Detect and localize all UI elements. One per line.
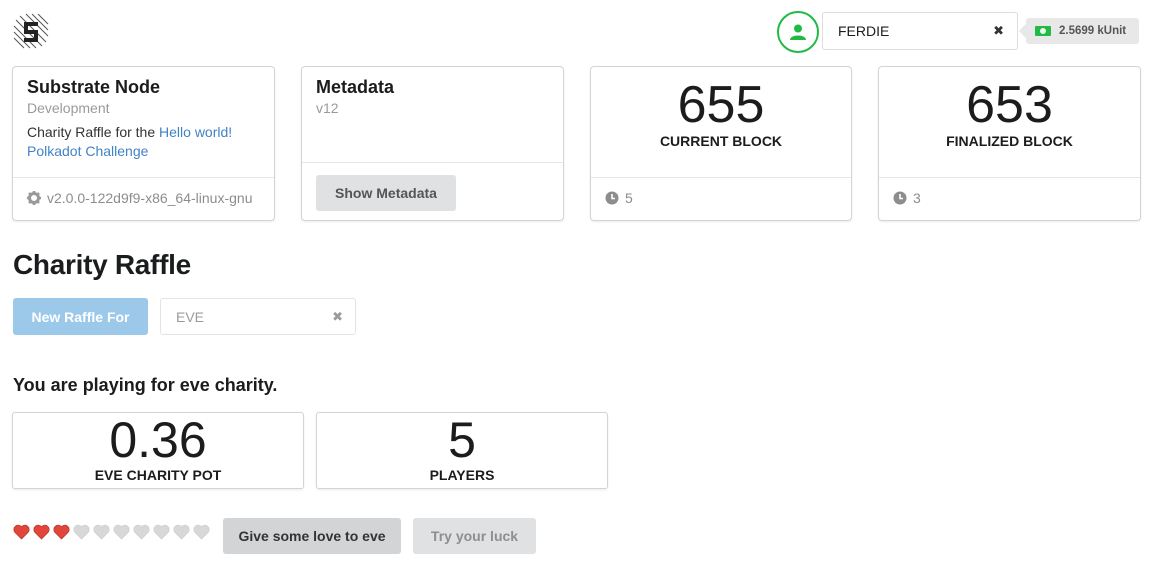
current-block-footer: 5 [591,177,851,220]
current-block-card: 655 CURRENT BLOCK 5 [590,66,852,221]
divider [302,162,563,163]
heart-icon[interactable] [93,524,110,540]
heart-icon[interactable] [53,524,70,540]
node-chain: Development [27,100,110,116]
account-avatar[interactable] [777,11,819,53]
balance-label: 2.5699 kUnit [1026,18,1139,44]
money-icon [1035,26,1051,36]
heart-icon[interactable] [13,524,30,540]
heart-icon[interactable] [33,524,50,540]
finalized-block-card: 653 FINALIZED BLOCK 3 [878,66,1141,221]
rating-hearts[interactable] [13,524,210,540]
raffle-title: Charity Raffle [13,249,191,280]
finalized-block-label: FINALIZED BLOCK [946,133,1073,149]
finalized-block-value: 653 [966,76,1053,134]
substrate-logo-icon [12,12,50,52]
heart-icon[interactable] [173,524,190,540]
account-select[interactable]: FERDIE ✖ [822,12,1018,50]
current-block-value: 655 [677,76,765,134]
metadata-version: v12 [316,100,339,116]
heart-icon[interactable] [153,524,170,540]
node-description: Charity Raffle for the Hello world! Polk… [27,124,233,159]
node-version: v2.0.0-122d9f9-x86_64-linux-gnu [13,177,274,220]
players-label: PLAYERS [429,467,495,483]
give-love-button[interactable]: Give some love to eve [223,518,401,554]
current-block-label: CURRENT BLOCK [659,133,783,149]
node-info-card: Substrate Node Development Charity Raffl… [12,66,275,221]
metadata-card: Metadata v12 Show Metadata [301,66,564,221]
new-raffle-button[interactable]: New Raffle For [13,298,148,335]
playing-status: You are playing for eve charity. [13,375,278,395]
finalized-block-footer: 3 [879,177,1140,220]
heart-icon[interactable] [193,524,210,540]
show-metadata-button[interactable]: Show Metadata [316,175,456,211]
version-text: v2.0.0-122d9f9-x86_64-linux-gnu [47,190,253,206]
players-card: 5 PLAYERS [316,412,608,489]
metadata-title: Metadata [316,77,395,97]
heart-icon[interactable] [133,524,150,540]
try-luck-button[interactable]: Try your luck [413,518,536,554]
finalized-block-time: 3 [913,190,921,206]
heart-icon[interactable] [73,524,90,540]
clear-charity-icon[interactable]: ✖ [332,309,343,325]
user-icon [790,24,806,40]
charity-pot-label: EVE CHARITY POT [94,467,222,483]
clock-icon [605,191,619,205]
balance-value: 2.5699 kUnit [1059,25,1127,37]
charity-pot-card: 0.36 EVE CHARITY POT [12,412,304,489]
charity-select[interactable]: EVE ✖ [160,298,356,335]
gear-icon [27,191,41,205]
node-title: Substrate Node [27,77,161,97]
clear-account-icon[interactable]: ✖ [993,23,1004,39]
account-name: FERDIE [838,23,890,39]
clock-icon [893,191,907,205]
players-value: 5 [448,412,476,468]
charity-pot-value: 0.36 [109,412,207,468]
charity-value: EVE [176,309,205,325]
current-block-time: 5 [625,190,633,206]
heart-icon[interactable] [113,524,130,540]
